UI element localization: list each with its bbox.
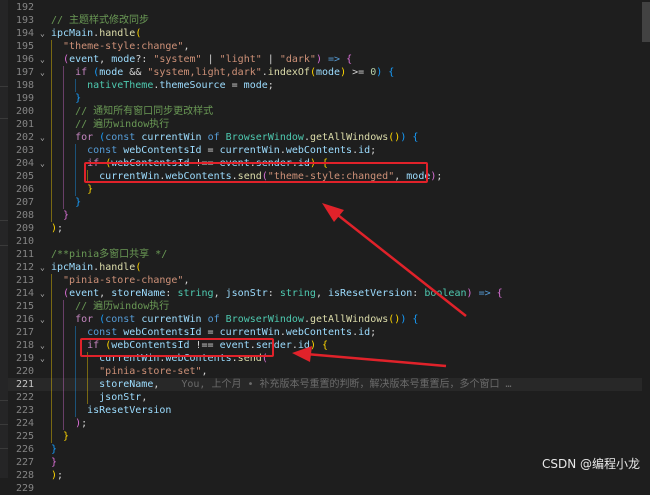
line-number: 229 [15, 482, 34, 494]
arrow-upper [322, 203, 467, 317]
annotation-arrows [292, 203, 467, 368]
arrow-lower [292, 346, 447, 368]
watermark: CSDN @编程小龙 [541, 457, 640, 471]
code-line[interactable]: 229 [8, 482, 650, 495]
